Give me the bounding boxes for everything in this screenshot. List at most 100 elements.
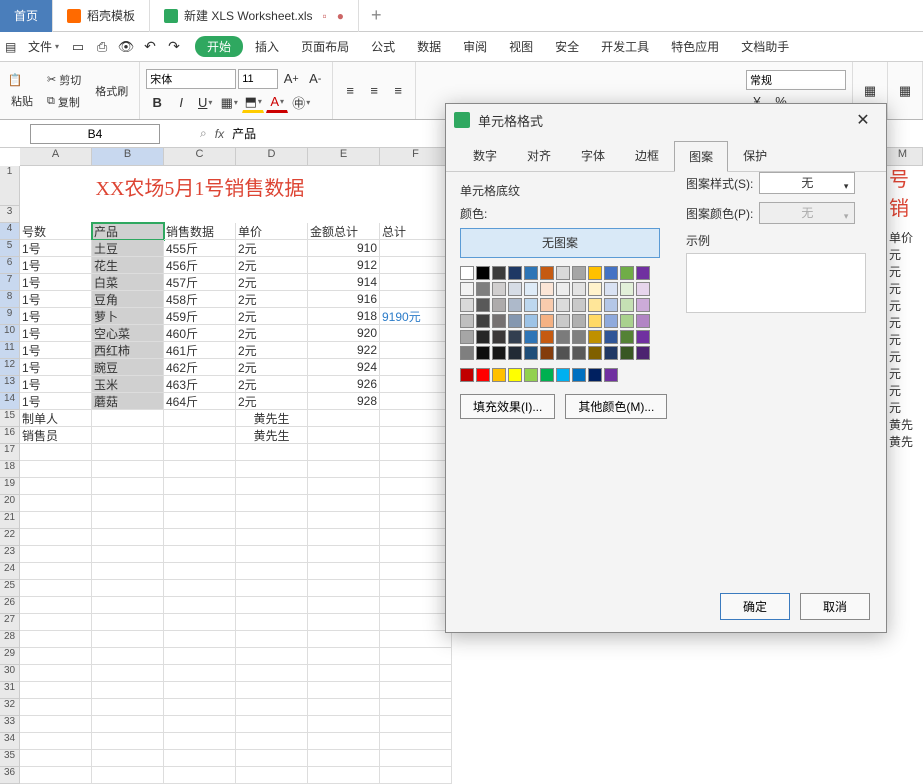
cell[interactable]: [308, 512, 380, 529]
font-select[interactable]: [146, 69, 236, 89]
color-swatch[interactable]: [508, 282, 522, 296]
color-swatch[interactable]: [460, 298, 474, 312]
color-swatch[interactable]: [572, 282, 586, 296]
cell[interactable]: [164, 427, 236, 444]
cell[interactable]: [92, 750, 164, 767]
cell[interactable]: [92, 546, 164, 563]
hdr-a[interactable]: 号数: [20, 223, 92, 240]
cell-e[interactable]: 918: [308, 308, 380, 325]
row-header[interactable]: 18: [0, 461, 20, 478]
cell-e[interactable]: 914: [308, 274, 380, 291]
cell[interactable]: [308, 597, 380, 614]
row-header[interactable]: 11: [0, 342, 20, 359]
cell[interactable]: [164, 631, 236, 648]
menu-dev[interactable]: 开发工具: [591, 34, 659, 59]
cell[interactable]: [164, 597, 236, 614]
cell[interactable]: [380, 716, 452, 733]
color-swatch[interactable]: [556, 330, 570, 344]
cell-a[interactable]: 1号: [20, 342, 92, 359]
color-swatch[interactable]: [620, 282, 634, 296]
color-swatch[interactable]: [588, 282, 602, 296]
color-swatch[interactable]: [540, 346, 554, 360]
color-swatch[interactable]: [508, 346, 522, 360]
paste-button[interactable]: 粘贴: [6, 91, 38, 111]
cell[interactable]: [236, 665, 308, 682]
color-swatch[interactable]: [588, 298, 602, 312]
color-swatch[interactable]: [556, 282, 570, 296]
cell-c[interactable]: 456斤: [164, 257, 236, 274]
name-box[interactable]: [30, 124, 160, 144]
cell[interactable]: [20, 512, 92, 529]
color-swatch[interactable]: [524, 346, 538, 360]
cell[interactable]: [308, 495, 380, 512]
cell[interactable]: [92, 631, 164, 648]
cell[interactable]: [236, 512, 308, 529]
no-pattern-button[interactable]: 无图案: [460, 228, 660, 258]
row-header[interactable]: 13: [0, 376, 20, 393]
color-swatch[interactable]: [588, 346, 602, 360]
cell[interactable]: [380, 750, 452, 767]
cell[interactable]: [380, 461, 452, 478]
cell[interactable]: [164, 410, 236, 427]
menu-start[interactable]: 开始: [195, 36, 243, 57]
cell[interactable]: [380, 512, 452, 529]
cell[interactable]: [380, 495, 452, 512]
row-header[interactable]: 7: [0, 274, 20, 291]
cell[interactable]: [236, 444, 308, 461]
cell[interactable]: [380, 648, 452, 665]
cell-c[interactable]: 462斤: [164, 359, 236, 376]
cell[interactable]: [92, 461, 164, 478]
row-header[interactable]: 21: [0, 512, 20, 529]
preparer-label[interactable]: 制单人: [20, 410, 92, 427]
cell[interactable]: [308, 614, 380, 631]
cut-button[interactable]: ✂ 剪切: [42, 70, 86, 90]
cell[interactable]: [164, 512, 236, 529]
color-swatch[interactable]: [636, 346, 650, 360]
cell-a[interactable]: 1号: [20, 291, 92, 308]
cell[interactable]: [164, 495, 236, 512]
cell[interactable]: [236, 478, 308, 495]
formula-input[interactable]: [232, 127, 432, 141]
color-swatch[interactable]: [620, 298, 634, 312]
cell[interactable]: [92, 427, 164, 444]
dtab-protect[interactable]: 保护: [728, 140, 782, 171]
pattern-style-select[interactable]: 无▾: [759, 172, 855, 194]
row-header[interactable]: 8: [0, 291, 20, 308]
cell[interactable]: [164, 699, 236, 716]
color-swatch[interactable]: [540, 314, 554, 328]
cell-total[interactable]: 9190元: [380, 308, 452, 325]
decrease-font-icon[interactable]: A-: [304, 69, 326, 89]
cell[interactable]: [236, 546, 308, 563]
italic-icon[interactable]: I: [170, 93, 192, 113]
row-header[interactable]: 16: [0, 427, 20, 444]
cell[interactable]: [20, 682, 92, 699]
color-swatch[interactable]: [524, 298, 538, 312]
color-swatch[interactable]: [620, 266, 634, 280]
color-swatch[interactable]: [508, 330, 522, 344]
color-swatch[interactable]: [460, 368, 474, 382]
row-header[interactable]: 33: [0, 716, 20, 733]
cell-f[interactable]: [380, 325, 452, 342]
cell-d[interactable]: 2元: [236, 257, 308, 274]
col-D[interactable]: D: [236, 148, 308, 166]
align-bot-icon[interactable]: ≡: [387, 81, 409, 101]
cell[interactable]: [380, 631, 452, 648]
cell-e[interactable]: 928: [308, 393, 380, 410]
color-swatch[interactable]: [524, 330, 538, 344]
row-header[interactable]: 1: [0, 166, 20, 206]
cell[interactable]: [92, 512, 164, 529]
color-swatch[interactable]: [460, 330, 474, 344]
color-swatch[interactable]: [540, 282, 554, 296]
row-header[interactable]: 30: [0, 665, 20, 682]
menu-special[interactable]: 特色应用: [661, 34, 729, 59]
cell[interactable]: [236, 733, 308, 750]
color-swatch[interactable]: [460, 282, 474, 296]
color-swatch[interactable]: [556, 266, 570, 280]
undo-icon[interactable]: [139, 37, 161, 57]
cell[interactable]: [308, 478, 380, 495]
insert-cells-icon[interactable]: ▦: [894, 81, 916, 101]
file-menu[interactable]: 文件▾: [22, 34, 65, 59]
color-swatch[interactable]: [572, 368, 586, 382]
cell[interactable]: [308, 427, 380, 444]
cell[interactable]: [20, 614, 92, 631]
